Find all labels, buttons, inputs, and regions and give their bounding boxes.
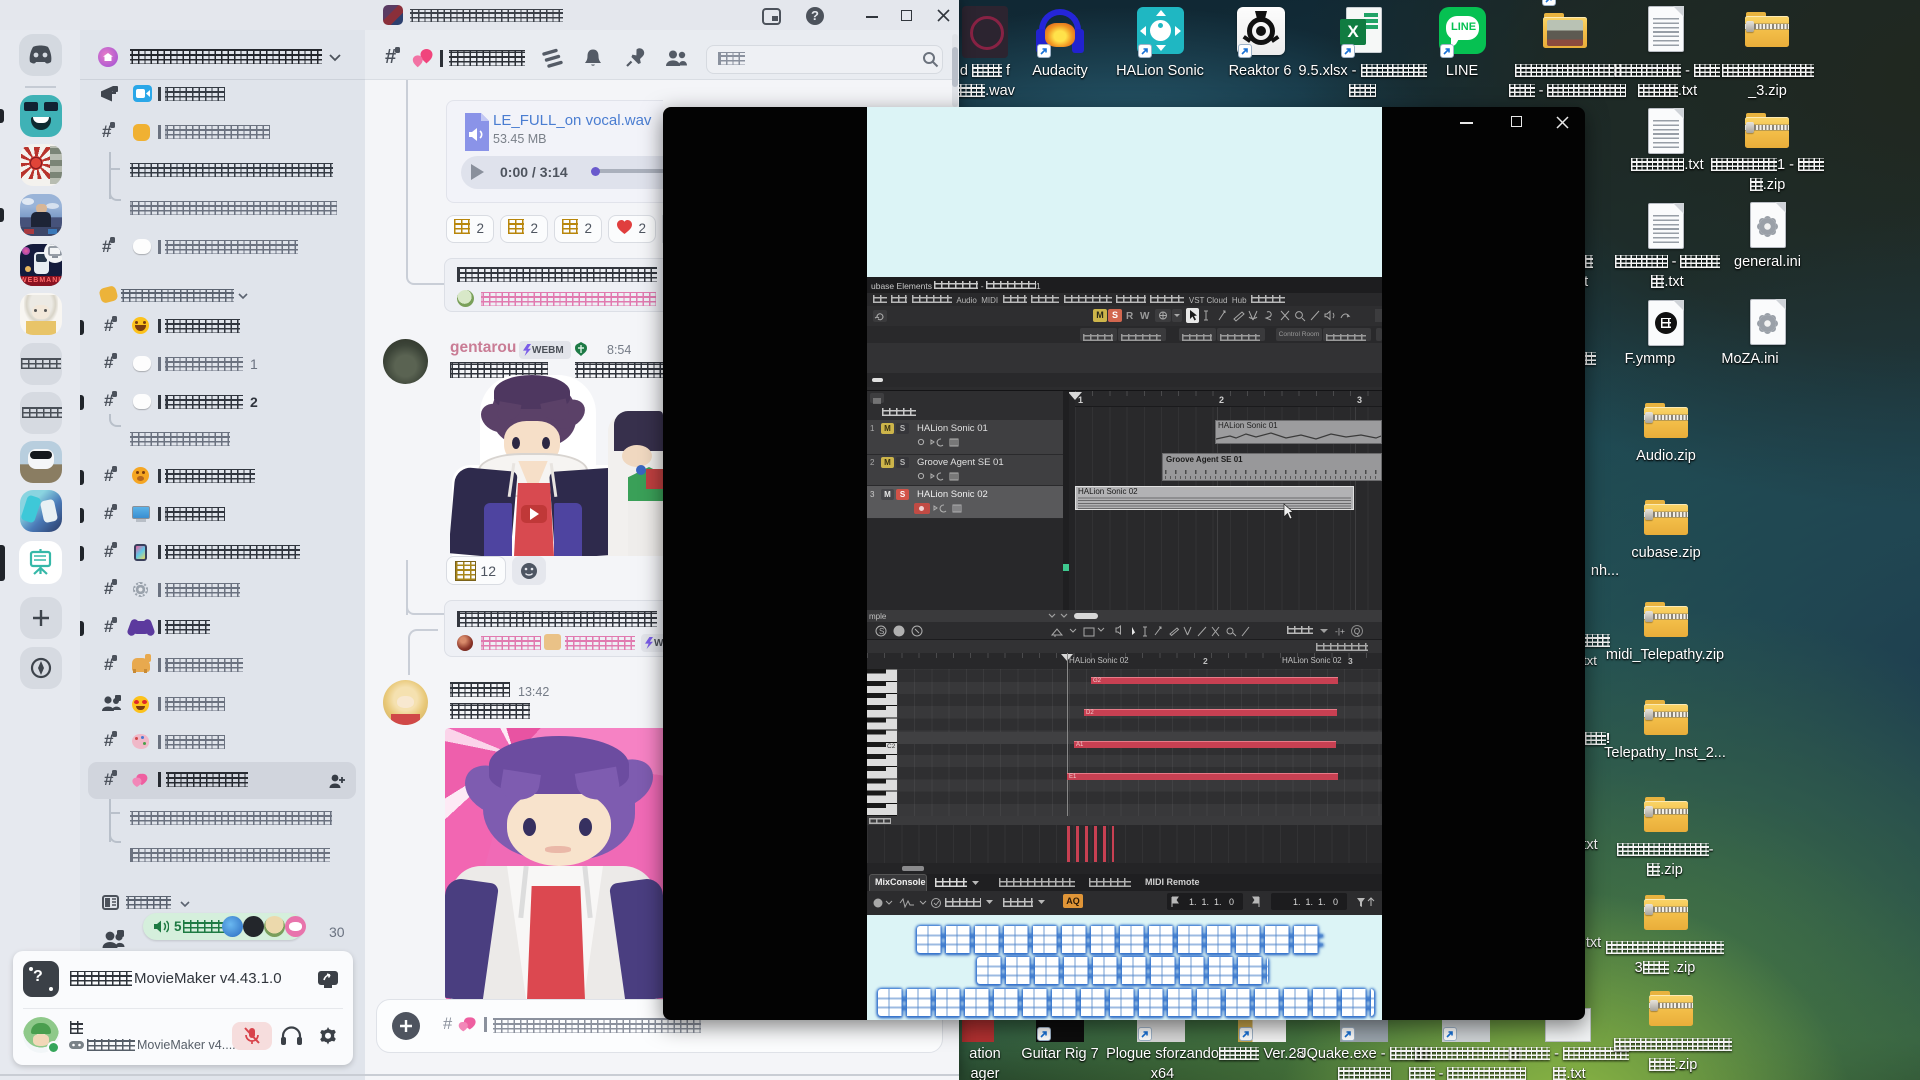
svg-text:S: S bbox=[879, 627, 884, 636]
